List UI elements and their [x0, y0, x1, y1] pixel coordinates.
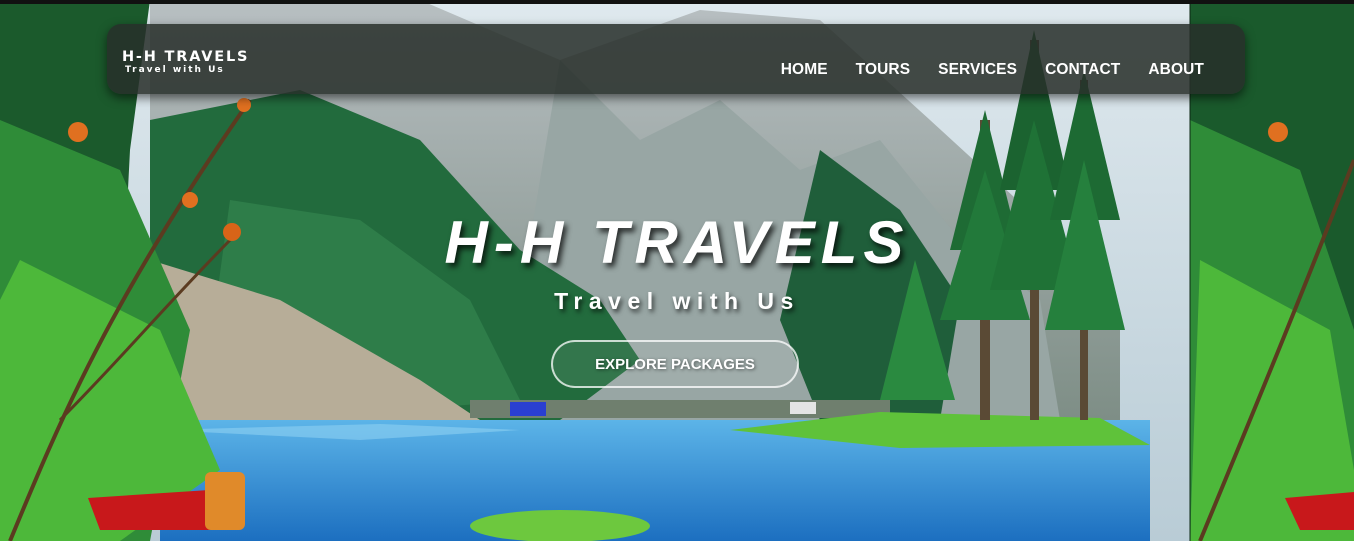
- nav-menu: HOME TOURS SERVICES CONTACT ABOUT: [781, 61, 1204, 79]
- nav-item-home[interactable]: HOME: [781, 61, 828, 79]
- explore-packages-button[interactable]: EXPLORE PACKAGES: [551, 340, 799, 388]
- brand-subtitle: Travel with Us: [125, 65, 225, 75]
- nav-item-services[interactable]: SERVICES: [938, 61, 1017, 79]
- nav-item-contact[interactable]: CONTACT: [1045, 61, 1120, 79]
- hero-title: H-H TRAVELS: [444, 209, 910, 276]
- brand-logo[interactable]: H-H TRAVELS Travel with Us: [122, 49, 249, 75]
- top-navbar: H-H TRAVELS Travel with Us HOME TOURS SE…: [107, 24, 1245, 94]
- nav-item-about[interactable]: ABOUT: [1148, 61, 1204, 79]
- nav-item-tours[interactable]: TOURS: [856, 61, 910, 79]
- hero-subtitle: Travel with Us: [554, 288, 800, 314]
- brand-title: H-H TRAVELS: [122, 49, 250, 65]
